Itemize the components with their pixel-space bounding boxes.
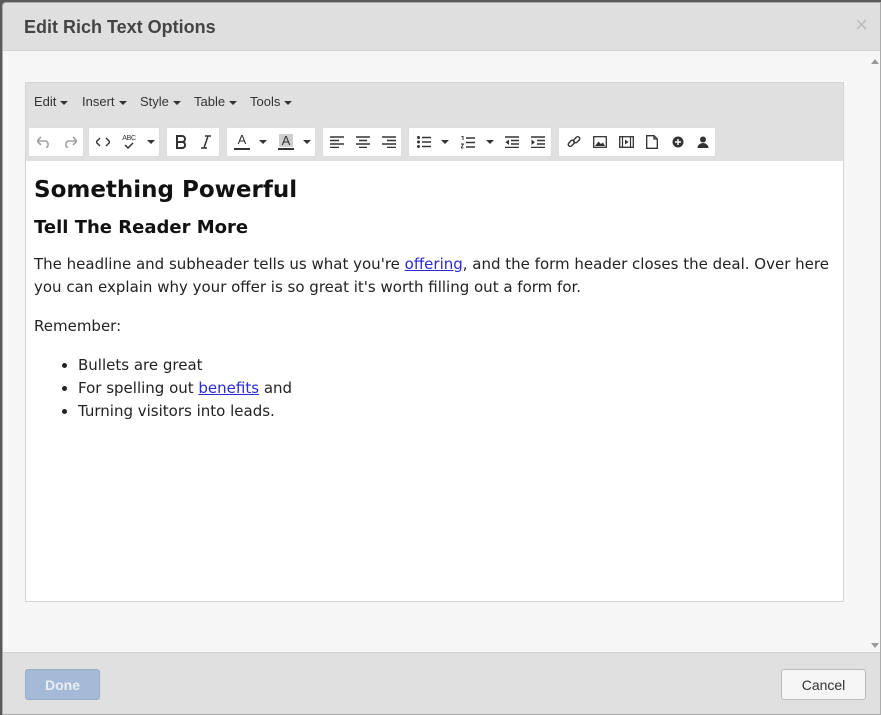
menu-insert[interactable]: Insert — [82, 94, 127, 109]
menu-edit-label: Edit — [34, 94, 57, 109]
background-color-swatch — [278, 148, 294, 150]
media-icon[interactable] — [613, 128, 639, 156]
modal-footer: Done Cancel — [3, 652, 880, 714]
italic-icon[interactable] — [194, 128, 218, 156]
background-color-dropdown-icon[interactable] — [303, 140, 311, 144]
text-color-icon[interactable]: A — [229, 128, 255, 156]
menu-tools[interactable]: Tools — [250, 94, 293, 109]
menu-table[interactable]: Table — [194, 94, 238, 109]
text-color-letter: A — [237, 132, 247, 147]
done-button[interactable]: Done — [25, 669, 100, 700]
menu-insert-label: Insert — [82, 94, 115, 109]
list-item-text: For spelling out — [78, 379, 199, 397]
indent-icon[interactable] — [525, 128, 551, 156]
align-right-icon[interactable] — [377, 128, 401, 156]
list-item-text: and — [259, 379, 293, 397]
toolbar-group-tools: ABC — [88, 127, 160, 157]
special-char-icon[interactable] — [665, 128, 691, 156]
benefits-link[interactable]: benefits — [198, 379, 259, 397]
menu-table-label: Table — [194, 94, 226, 109]
toolbar-group-history — [28, 127, 84, 157]
content-paragraph: The headline and subheader tells us what… — [34, 253, 835, 299]
template-icon[interactable] — [639, 128, 665, 156]
toolbar-group-colors: A A — [226, 127, 316, 157]
chevron-down-icon — [172, 100, 181, 105]
numbered-list-icon[interactable] — [455, 128, 481, 156]
align-center-icon[interactable] — [351, 128, 375, 156]
bullet-list-dropdown-icon[interactable] — [441, 140, 449, 144]
chevron-down-icon — [229, 100, 238, 105]
spellcheck-dropdown-icon[interactable] — [147, 140, 155, 144]
content-heading: Something Powerful — [34, 177, 298, 203]
paragraph-text: The headline and subheader tells us what… — [34, 255, 405, 273]
text-color-dropdown-icon[interactable] — [259, 140, 267, 144]
chevron-down-icon — [60, 100, 69, 105]
toolbar-group-format — [166, 127, 220, 157]
redo-icon[interactable] — [57, 128, 83, 156]
toolbar-group-insert — [558, 127, 716, 157]
scroll-down-arrow-icon[interactable] — [871, 643, 879, 648]
editor-menubar: Edit Insert Style Table Tools — [26, 83, 843, 121]
align-left-icon[interactable] — [325, 128, 349, 156]
bullet-list-icon[interactable] — [411, 128, 437, 156]
modal-title: Edit Rich Text Options — [24, 17, 216, 37]
list-item: Turning visitors into leads. — [78, 400, 835, 423]
undo-icon[interactable] — [31, 128, 57, 156]
rich-text-editor: Edit Insert Style Table Tools ABC A A So… — [25, 82, 844, 602]
person-icon[interactable] — [690, 128, 716, 156]
background-color-icon[interactable]: A — [273, 128, 299, 156]
outdent-icon[interactable] — [499, 128, 525, 156]
spellcheck-icon[interactable]: ABC — [117, 128, 141, 156]
toolbar-group-lists — [408, 127, 552, 157]
text-color-swatch — [234, 148, 250, 150]
content-remember: Remember: — [34, 317, 122, 335]
source-code-icon[interactable] — [91, 128, 115, 156]
rich-text-modal: Edit Rich Text Options × Edit Insert Sty… — [2, 2, 881, 715]
toolbar-group-align — [322, 127, 402, 157]
scroll-up-arrow-icon[interactable] — [871, 59, 879, 64]
editor-content[interactable]: Something Powerful Tell The Reader More … — [26, 161, 843, 601]
spellcheck-label: ABC — [122, 135, 136, 142]
image-icon[interactable] — [587, 128, 613, 156]
menu-edit[interactable]: Edit — [34, 94, 69, 109]
modal-header: Edit Rich Text Options × — [3, 3, 880, 51]
menu-tools-label: Tools — [250, 94, 281, 109]
link-icon[interactable] — [561, 128, 587, 156]
numbered-list-dropdown-icon[interactable] — [486, 140, 494, 144]
content-subheading: Tell The Reader More — [34, 217, 249, 238]
offering-link[interactable]: offering — [405, 255, 463, 273]
chevron-down-icon — [284, 100, 293, 105]
list-item: Bullets are great — [78, 354, 835, 377]
content-bullet-list: Bullets are great For spelling out benef… — [78, 354, 835, 423]
cancel-button[interactable]: Cancel — [781, 669, 866, 700]
editor-toolbar: ABC A A — [26, 121, 843, 161]
chevron-down-icon — [118, 100, 127, 105]
close-icon[interactable]: × — [855, 14, 868, 36]
menu-style[interactable]: Style — [140, 94, 181, 109]
menu-style-label: Style — [140, 94, 169, 109]
background-color-letter: A — [278, 134, 294, 147]
list-item: For spelling out benefits and — [78, 377, 835, 400]
bold-icon[interactable] — [169, 128, 193, 156]
